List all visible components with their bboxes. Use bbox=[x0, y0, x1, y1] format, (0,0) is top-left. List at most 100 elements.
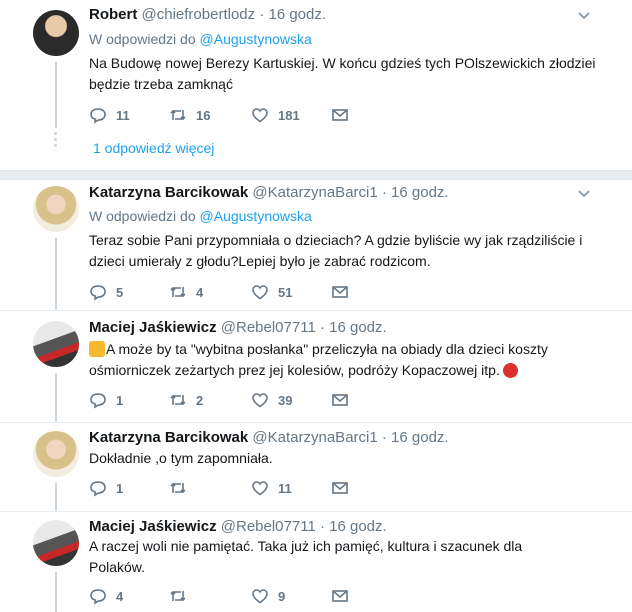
avatar[interactable] bbox=[33, 186, 79, 232]
avatar[interactable] bbox=[33, 431, 79, 477]
display-name[interactable]: Katarzyna Barcikowak bbox=[89, 429, 248, 446]
heart-icon bbox=[252, 589, 268, 604]
reply-icon bbox=[90, 481, 106, 497]
tweet-header: Robert @chiefrobertlodz · 16 godz. bbox=[89, 6, 326, 23]
envelope-icon bbox=[332, 109, 348, 121]
avatar[interactable] bbox=[33, 321, 79, 367]
retweet-icon bbox=[170, 590, 186, 602]
retweet-button[interactable] bbox=[169, 587, 196, 605]
timestamp[interactable]: 16 godz. bbox=[329, 518, 387, 535]
reply-count: 1 bbox=[116, 392, 124, 408]
reply-icon bbox=[90, 589, 106, 605]
retweet-button[interactable]: 4 bbox=[169, 283, 203, 301]
tweet-menu-chevron-down-icon[interactable] bbox=[576, 8, 592, 24]
direct-message-button[interactable] bbox=[331, 479, 349, 497]
separator-dot: · bbox=[259, 6, 265, 23]
like-button[interactable]: 51 bbox=[251, 283, 292, 301]
tweet[interactable]: Katarzyna Barcikowak @KatarzynaBarci1 · … bbox=[0, 180, 632, 310]
user-handle[interactable]: @KatarzynaBarci1 bbox=[252, 429, 377, 446]
tweet[interactable]: Katarzyna Barcikowak @KatarzynaBarci1 · … bbox=[0, 423, 632, 511]
display-name[interactable]: Maciej Jaśkiewicz bbox=[89, 319, 217, 336]
tweet-text-line: dzieci umierały z głodu?Lepiej było je z… bbox=[89, 253, 431, 269]
tweet-text-line: Na Budowę nowej Berezy Kartuskiej. W koń… bbox=[89, 55, 596, 71]
separator-dot: · bbox=[381, 429, 387, 446]
tweet-text-line: A raczej woli nie pamiętać. Taka już ich… bbox=[89, 538, 523, 554]
separator-dot: · bbox=[319, 518, 325, 535]
tweet-text: A może by ta "wybitna posłanka" przelicz… bbox=[89, 339, 599, 381]
like-button[interactable]: 11 bbox=[251, 479, 292, 497]
tweet-text-line: A może by ta "wybitna posłanka" przelicz… bbox=[89, 339, 599, 360]
reply-button[interactable]: 1 bbox=[89, 479, 123, 497]
user-handle[interactable]: @KatarzynaBarci1 bbox=[252, 184, 377, 201]
envelope-icon bbox=[332, 394, 348, 406]
reply-count: 4 bbox=[116, 588, 124, 604]
display-name[interactable]: Katarzyna Barcikowak bbox=[89, 184, 248, 201]
reply-to-link[interactable]: @Augustynowska bbox=[200, 208, 312, 224]
envelope-icon bbox=[332, 482, 348, 494]
direct-message-button[interactable] bbox=[331, 391, 349, 409]
reply-icon bbox=[90, 108, 106, 124]
display-name[interactable]: Robert bbox=[89, 6, 137, 23]
timestamp[interactable]: 16 godz. bbox=[268, 6, 326, 23]
retweet-count: 4 bbox=[196, 284, 204, 300]
tweet[interactable]: Maciej Jaśkiewicz @Rebel07711 · 16 godz.… bbox=[0, 311, 632, 422]
retweet-icon bbox=[170, 394, 186, 406]
timestamp[interactable]: 16 godz. bbox=[391, 184, 449, 201]
tweet-header: Katarzyna Barcikowak @KatarzynaBarci1 · … bbox=[89, 429, 449, 446]
tweet-text-line: Polaków. bbox=[89, 559, 146, 575]
avatar[interactable] bbox=[33, 520, 79, 566]
like-count: 181 bbox=[278, 107, 300, 123]
show-more-replies-link[interactable]: 1 odpowiedź więcej bbox=[93, 140, 214, 156]
reply-prefix: W odpowiedzi do bbox=[89, 208, 196, 224]
reply-count: 11 bbox=[116, 107, 130, 123]
reply-context: W odpowiedzi do @Augustynowska bbox=[89, 208, 312, 224]
reply-count: 5 bbox=[116, 284, 124, 300]
reply-button[interactable]: 1 bbox=[89, 391, 123, 409]
thread-line bbox=[55, 238, 57, 310]
user-handle[interactable]: @Rebel07711 bbox=[221, 319, 316, 336]
reply-to-link[interactable]: @Augustynowska bbox=[200, 31, 312, 47]
reply-context: W odpowiedzi do @Augustynowska bbox=[89, 31, 312, 47]
tweet-header: Katarzyna Barcikowak @KatarzynaBarci1 · … bbox=[89, 184, 449, 201]
retweet-button[interactable] bbox=[169, 479, 196, 497]
user-handle[interactable]: @chiefrobertlodz bbox=[142, 6, 256, 23]
retweet-count: 2 bbox=[196, 392, 204, 408]
separator-dot: · bbox=[381, 184, 387, 201]
retweet-icon bbox=[170, 482, 186, 494]
retweet-count: 16 bbox=[196, 107, 211, 123]
reply-icon bbox=[90, 393, 106, 409]
reply-button[interactable]: 5 bbox=[89, 283, 123, 301]
timestamp[interactable]: 16 godz. bbox=[391, 429, 449, 446]
direct-message-button[interactable] bbox=[331, 283, 349, 301]
direct-message-button[interactable] bbox=[331, 587, 349, 605]
avatar[interactable] bbox=[33, 10, 79, 56]
tweet-menu-chevron-down-icon[interactable] bbox=[576, 186, 592, 202]
user-handle[interactable]: @Rebel07711 bbox=[221, 518, 316, 535]
reply-button[interactable]: 11 bbox=[89, 106, 130, 124]
like-button[interactable]: 181 bbox=[251, 106, 300, 124]
display-name[interactable]: Maciej Jaśkiewicz bbox=[89, 518, 217, 535]
reply-count: 1 bbox=[116, 480, 124, 496]
like-button[interactable]: 39 bbox=[251, 391, 292, 409]
retweet-button[interactable]: 2 bbox=[169, 391, 203, 409]
reply-prefix: W odpowiedzi do bbox=[89, 31, 196, 47]
tweet-text-line-content: A może by ta "wybitna posłanka" przelicz… bbox=[106, 341, 548, 357]
tweet-text: Teraz sobie Pani przypomniała o dzieciac… bbox=[89, 230, 599, 272]
tweet-text: Dokładnie ,o tym zapomniała. bbox=[89, 448, 599, 469]
timestamp[interactable]: 16 godz. bbox=[329, 319, 387, 336]
retweet-icon bbox=[170, 286, 186, 298]
tweet[interactable]: Robert @chiefrobertlodz · 16 godz. W odp… bbox=[0, 0, 632, 170]
thread-line bbox=[55, 572, 57, 612]
tweet[interactable]: Maciej Jaśkiewicz @Rebel07711 · 16 godz.… bbox=[0, 512, 632, 612]
tweet-text-line: ośmiorniczek zeżartych prez jej kolesiów… bbox=[89, 360, 599, 381]
separator-dot: · bbox=[319, 319, 325, 336]
direct-message-button[interactable] bbox=[331, 106, 349, 124]
heart-icon bbox=[252, 393, 268, 408]
tweet-text-line: będzie trzeba zamknąć bbox=[89, 76, 233, 92]
retweet-button[interactable]: 16 bbox=[169, 106, 210, 124]
like-button[interactable]: 9 bbox=[251, 587, 285, 605]
thread-dots bbox=[54, 132, 58, 150]
reply-button[interactable]: 4 bbox=[89, 587, 123, 605]
retweet-icon bbox=[170, 109, 186, 121]
thread-line bbox=[55, 373, 57, 422]
